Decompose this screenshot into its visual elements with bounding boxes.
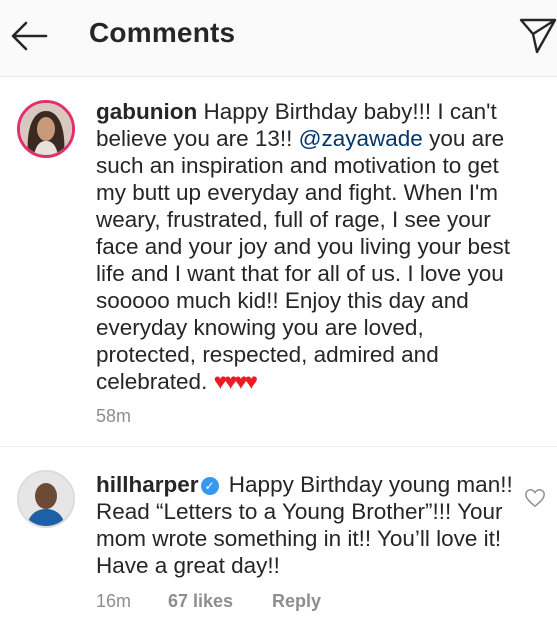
avatar[interactable] xyxy=(17,100,75,158)
reply-button[interactable]: Reply xyxy=(272,591,321,612)
arrow-left-icon[interactable] xyxy=(8,14,52,58)
profile-photo-avatar xyxy=(19,472,73,526)
comment-text: gabunion Happy Birthday baby!!! I can't … xyxy=(96,98,526,395)
profile-photo-avatar xyxy=(20,103,72,155)
comment-username[interactable]: hillharper xyxy=(96,472,199,497)
comment-username[interactable]: gabunion xyxy=(96,99,197,124)
heart-emoji-icon: ♥♥♥♥ xyxy=(213,369,258,394)
paper-plane-icon[interactable] xyxy=(517,14,557,54)
comment-timestamp: 58m xyxy=(96,406,132,426)
mention-link[interactable]: @zayawade xyxy=(299,126,423,151)
comment-body-end: you are such an inspiration and motivati… xyxy=(96,126,510,394)
comments-header: Comments xyxy=(0,0,557,77)
likes-count[interactable]: 67 likes xyxy=(168,591,233,612)
divider xyxy=(0,446,557,447)
page-title: Comments xyxy=(89,17,236,48)
avatar[interactable] xyxy=(17,470,75,528)
comment-timestamp: 16m xyxy=(96,591,132,611)
comment-text: hillharper ✓ Happy Birthday young man!! R… xyxy=(96,471,526,579)
verified-badge-icon: ✓ xyxy=(200,477,219,495)
heart-outline-icon[interactable] xyxy=(524,487,546,509)
